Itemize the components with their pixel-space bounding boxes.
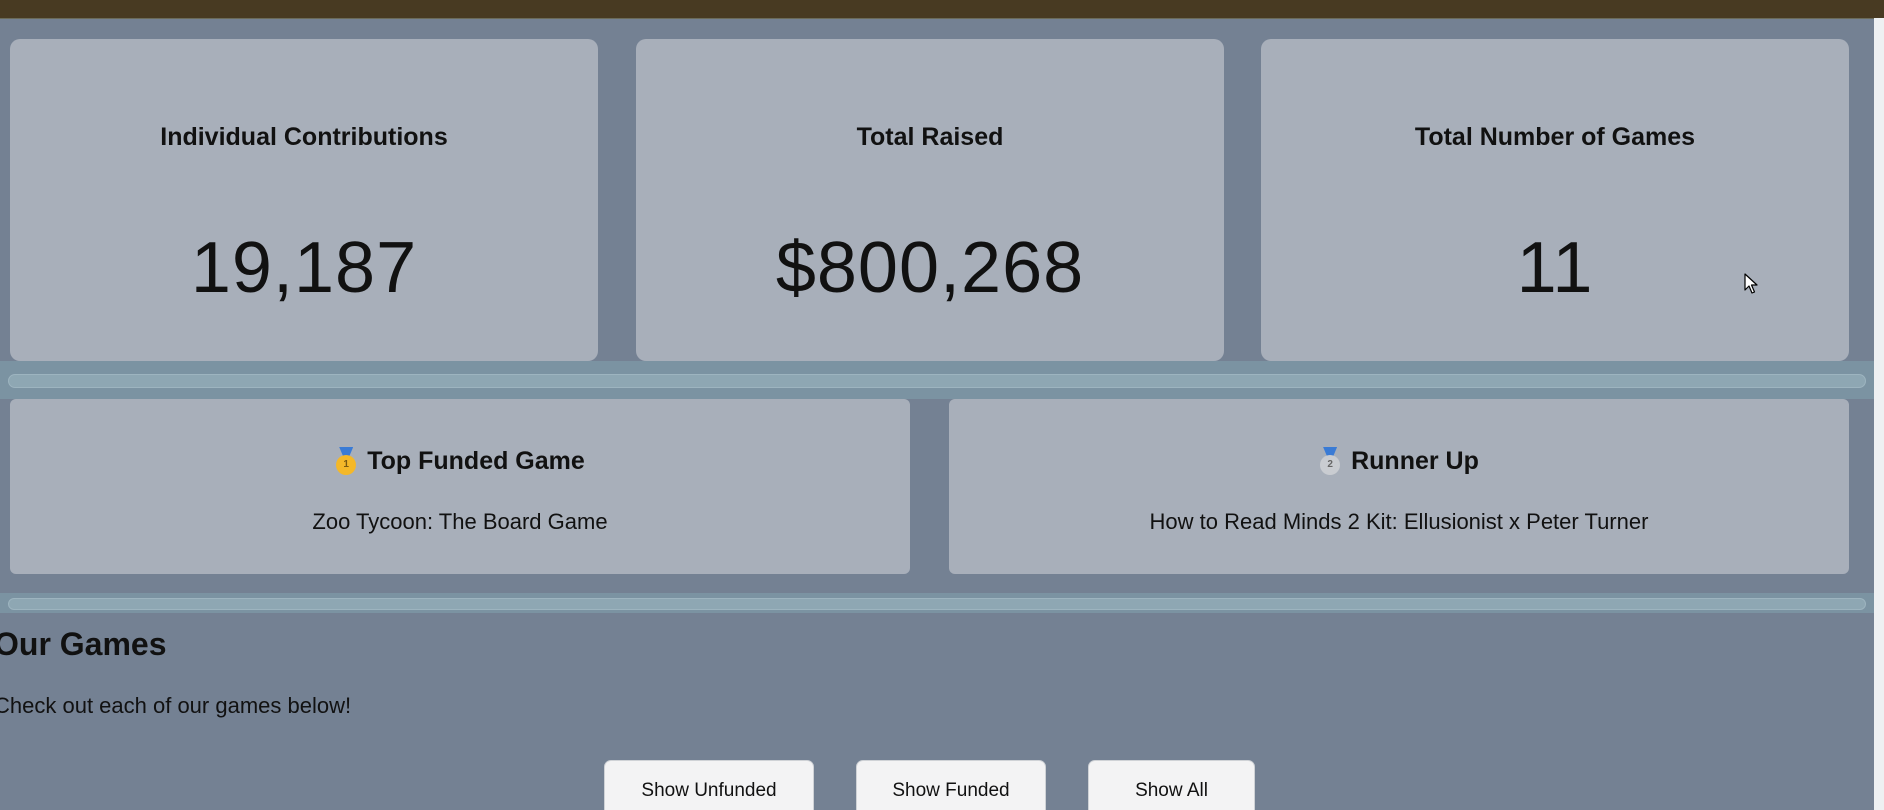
divider-bar: [8, 374, 1866, 388]
top-funded-title: 1 Top Funded Game: [10, 447, 910, 476]
show-all-games-button[interactable]: Show All Games: [1088, 760, 1255, 810]
stat-title: Total Raised: [856, 123, 1004, 151]
section-subtitle: Check out each of our games below!: [0, 693, 352, 718]
stat-value: $800,268: [775, 228, 1085, 308]
top-funded-game-name: Zoo Tycoon: The Board Game: [312, 509, 608, 534]
page-scrollbar[interactable]: [1874, 18, 1884, 810]
stat-value: 19,187: [190, 228, 418, 308]
stat-card-total-raised: Total Raised $800,268: [636, 39, 1224, 361]
runner-up-game-name: How to Read Minds 2 Kit: Ellusionist x P…: [1149, 509, 1649, 534]
stat-card-contributions: Individual Contributions 19,187: [10, 39, 598, 361]
show-unfunded-button[interactable]: Show Unfunded Only: [604, 760, 814, 810]
mouse-cursor-icon: [1744, 273, 1758, 294]
section-title: Our Games: [0, 626, 167, 662]
top-funded-card: 1 Top Funded Game Zoo Tycoon: The Board G…: [10, 399, 910, 574]
runner-up-card: 2 Runner Up How to Read Minds 2 Kit: Ellu…: [949, 399, 1849, 574]
runner-up-title: 2 Runner Up: [949, 447, 1849, 476]
stat-title: Total Number of Games: [1414, 123, 1696, 151]
stat-card-number-of-games: Total Number of Games 11: [1261, 39, 1849, 361]
section-divider: [0, 593, 1874, 613]
show-funded-button[interactable]: Show Funded Only: [856, 760, 1046, 810]
silver-medal-icon: 2: [1319, 447, 1341, 475]
gold-medal-icon: 1: [335, 447, 357, 475]
top-header-bar: [0, 0, 1884, 19]
divider-bar: [8, 598, 1866, 610]
section-divider: [0, 361, 1874, 399]
stat-value: 11: [1516, 228, 1594, 308]
stat-title: Individual Contributions: [160, 123, 448, 151]
